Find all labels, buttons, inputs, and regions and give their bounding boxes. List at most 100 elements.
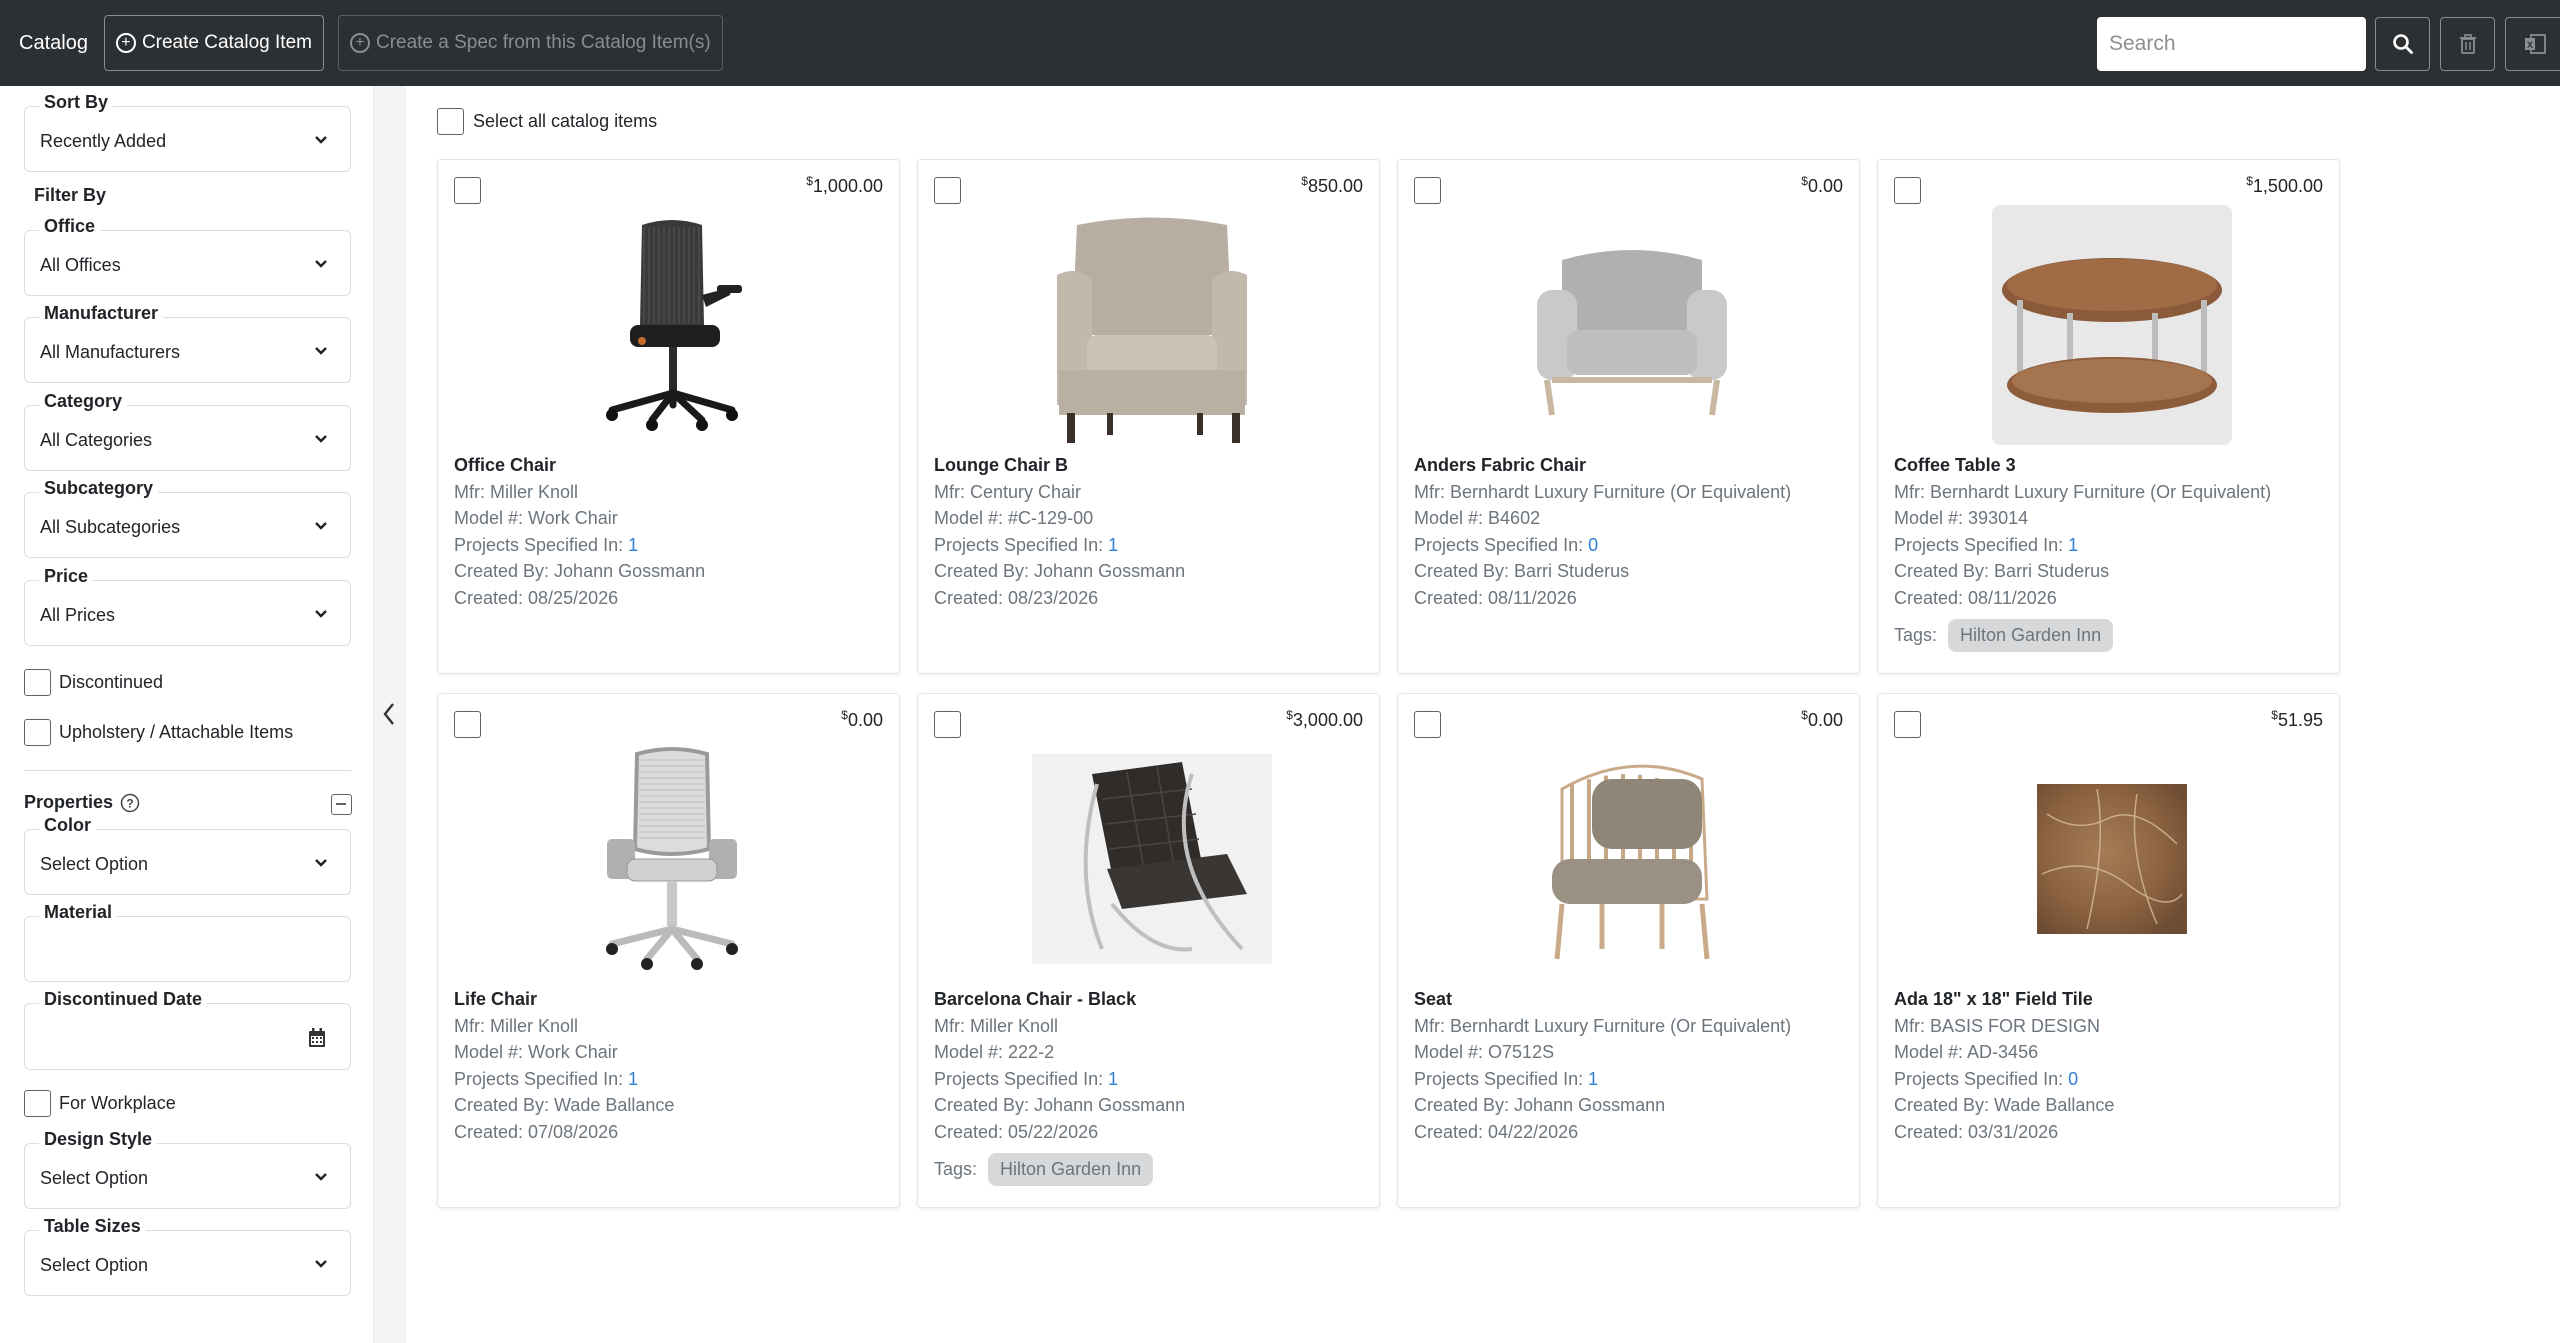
item-select-checkbox[interactable]: [454, 177, 481, 204]
projects-count-link[interactable]: 1: [1108, 535, 1118, 555]
export-excel-button[interactable]: X: [2505, 17, 2560, 71]
item-name[interactable]: Coffee Table 3: [1894, 452, 2271, 479]
catalog-item-card[interactable]: $51.95 Ada 18" x 18" Field Tile Mfr: BAS…: [1877, 693, 2340, 1208]
color-select[interactable]: Color Select Option: [24, 815, 351, 895]
item-projects: Projects Specified In: 1: [1894, 532, 2271, 559]
catalog-item-card[interactable]: $0.00 Seat Mfr: Bernhardt Luxury Furnitu…: [1397, 693, 1860, 1208]
item-select-checkbox[interactable]: [934, 177, 961, 204]
item-info: Anders Fabric Chair Mfr: Bernhardt Luxur…: [1414, 452, 1791, 611]
item-select-checkbox[interactable]: [1414, 711, 1441, 738]
item-select-checkbox[interactable]: [1894, 177, 1921, 204]
projects-label: Projects Specified In:: [1894, 1068, 2069, 1089]
chevron-down-icon: [315, 435, 327, 443]
chevron-down-icon: [315, 610, 327, 618]
chevron-down-icon: [315, 260, 327, 268]
currency-symbol: $: [806, 174, 813, 188]
item-name[interactable]: Office Chair: [454, 452, 705, 479]
item-image[interactable]: [1992, 205, 2232, 445]
catalog-item-card[interactable]: $0.00 Anders Fabric Chair Mfr: Bernhardt…: [1397, 159, 1860, 674]
item-select-checkbox[interactable]: [1414, 177, 1441, 204]
search-icon: [2392, 34, 2413, 54]
office-value: All Offices: [40, 255, 121, 275]
discontinued-label: Discontinued: [59, 672, 164, 692]
calendar-icon[interactable]: [308, 1028, 326, 1048]
projects-count-link[interactable]: 0: [2068, 1069, 2078, 1089]
create-catalog-item-button[interactable]: + Create Catalog Item: [103, 15, 324, 71]
item-price: $0.00: [1801, 708, 1843, 731]
price-value: All Prices: [40, 605, 116, 625]
projects-count-link[interactable]: 1: [628, 1069, 638, 1089]
chevron-left-icon[interactable]: [380, 700, 398, 728]
item-tags: Tags: Hilton Garden Inn: [934, 1153, 1185, 1186]
price-select[interactable]: Price All Prices: [24, 566, 351, 646]
catalog-item-card[interactable]: $1,000.00 Office Chair Mfr: Miller Knoll…: [437, 159, 900, 674]
tag-badge[interactable]: Hilton Garden Inn: [988, 1153, 1154, 1186]
for-workplace-checkbox-row[interactable]: For Workplace: [24, 1090, 176, 1117]
upholstery-checkbox-row[interactable]: Upholstery / Attachable Items: [24, 719, 293, 746]
item-name[interactable]: Anders Fabric Chair: [1414, 452, 1791, 479]
item-select-checkbox[interactable]: [454, 711, 481, 738]
item-manufacturer: Mfr: Century Chair: [934, 481, 1082, 502]
category-select[interactable]: Category All Categories: [24, 391, 351, 471]
catalog-item-card[interactable]: $3,000.00 Barcelona Chair - Black Mfr: M…: [917, 693, 1380, 1208]
discontinued-checkbox-row[interactable]: Discontinued: [24, 669, 163, 696]
projects-count-link[interactable]: 1: [1588, 1069, 1598, 1089]
sort-by-select[interactable]: Sort By Recently Added: [24, 92, 351, 172]
item-projects: Projects Specified In: 1: [934, 532, 1185, 559]
upholstery-checkbox[interactable]: [24, 719, 51, 746]
item-name[interactable]: Ada 18" x 18" Field Tile: [1894, 986, 2114, 1013]
item-price-value: 850.00: [1307, 176, 1363, 196]
item-name[interactable]: Lounge Chair B: [934, 452, 1185, 479]
design-style-select[interactable]: Design Style Select Option: [24, 1129, 351, 1209]
item-select-checkbox[interactable]: [1894, 711, 1921, 738]
catalog-item-card[interactable]: $0.00 Life Chair Mfr: Miller Knoll Model…: [437, 693, 900, 1208]
item-name[interactable]: Barcelona Chair - Black: [934, 986, 1185, 1013]
delete-button[interactable]: [2440, 17, 2495, 71]
item-tags: Tags: Hilton Garden Inn: [1894, 619, 2271, 652]
price-label: Price: [39, 566, 94, 587]
subcategory-select[interactable]: Subcategory All Subcategories: [24, 478, 351, 558]
item-select-checkbox[interactable]: [934, 711, 961, 738]
catalog-item-card[interactable]: $850.00 Lounge Chair B Mfr: Century Chai…: [917, 159, 1380, 674]
discontinued-checkbox[interactable]: [24, 669, 51, 696]
currency-symbol: $: [2246, 174, 2253, 188]
tags-label: Tags:: [1894, 625, 1938, 645]
projects-count-link[interactable]: 0: [1588, 535, 1598, 555]
item-created-date: Created: 08/25/2026: [454, 587, 619, 608]
collapse-properties-icon[interactable]: [331, 794, 352, 815]
item-name[interactable]: Life Chair: [454, 986, 674, 1013]
currency-symbol: $: [1286, 708, 1293, 722]
item-image[interactable]: [552, 739, 792, 979]
table-sizes-select[interactable]: Table Sizes Select Option: [24, 1216, 351, 1296]
for-workplace-checkbox[interactable]: [24, 1090, 51, 1117]
projects-count-link[interactable]: 1: [628, 535, 638, 555]
search-input[interactable]: [2097, 17, 2366, 71]
projects-label: Projects Specified In:: [454, 534, 629, 555]
catalog-item-card[interactable]: $1,500.00 Coffee Table 3 Mfr: Bernhardt …: [1877, 159, 2340, 674]
search-button[interactable]: [2375, 17, 2430, 71]
item-image[interactable]: [552, 205, 792, 445]
item-info: Coffee Table 3 Mfr: Bernhardt Luxury Fur…: [1894, 452, 2271, 652]
manufacturer-select[interactable]: Manufacturer All Manufacturers: [24, 303, 351, 383]
material-input[interactable]: Material: [24, 902, 351, 982]
select-all-label: Select all catalog items: [473, 111, 658, 131]
item-created-date: Created: 04/22/2026: [1414, 1121, 1579, 1142]
item-name[interactable]: Seat: [1414, 986, 1791, 1013]
item-image[interactable]: [1992, 739, 2232, 979]
projects-count-link[interactable]: 1: [2068, 535, 2078, 555]
item-image[interactable]: [1032, 739, 1272, 979]
item-image[interactable]: [1512, 739, 1752, 979]
item-image[interactable]: [1032, 205, 1272, 445]
select-all-checkbox[interactable]: [437, 108, 464, 135]
chevron-down-icon: [315, 1173, 327, 1181]
discontinued-date-input[interactable]: Discontinued Date: [24, 989, 351, 1070]
projects-count-link[interactable]: 1: [1108, 1069, 1118, 1089]
tag-badge[interactable]: Hilton Garden Inn: [1948, 619, 2114, 652]
help-circle-icon[interactable]: ?: [120, 793, 140, 813]
item-projects: Projects Specified In: 1: [934, 1066, 1185, 1093]
create-spec-button[interactable]: + Create a Spec from this Catalog Item(s…: [337, 15, 723, 71]
item-price: $3,000.00: [1286, 708, 1363, 731]
item-image[interactable]: [1512, 205, 1752, 445]
select-all-row[interactable]: Select all catalog items: [437, 108, 657, 135]
office-select[interactable]: Office All Offices: [24, 216, 351, 296]
